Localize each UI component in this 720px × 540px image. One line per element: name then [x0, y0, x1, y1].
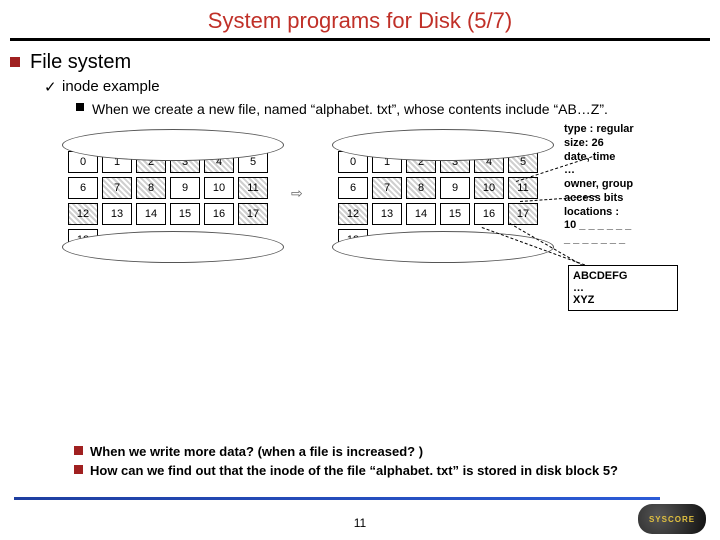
- disk-block-cell: 11: [508, 177, 538, 199]
- question-2-text: How can we find out that the inode of th…: [90, 463, 618, 478]
- disk-block-cell: 12: [338, 203, 368, 225]
- bullet-l1: File system: [30, 51, 700, 74]
- disk-block-cell: 11: [238, 177, 268, 199]
- disk-top-icon: [332, 129, 554, 161]
- disk-block-cell: 7: [372, 177, 402, 199]
- inode-line: size: 26: [564, 137, 682, 151]
- disk-block-cell: 10: [204, 177, 234, 199]
- disk-block-cell: 14: [136, 203, 166, 225]
- square-bullet-icon: [10, 57, 20, 67]
- disk-block-cell: 9: [170, 177, 200, 199]
- disk-block-cell: 13: [102, 203, 132, 225]
- disk-block-cell: 15: [170, 203, 200, 225]
- disk-block-cell: 16: [474, 203, 504, 225]
- question-1-text: When we write more data? (when a file is…: [90, 444, 423, 459]
- disk-block-cell: 13: [372, 203, 402, 225]
- page-number: 11: [0, 516, 720, 530]
- disk-block-cell: 6: [338, 177, 368, 199]
- bullet-l1-text: File system: [30, 51, 131, 73]
- inode-line: locations :: [564, 206, 682, 220]
- square-bullet-icon: [74, 465, 83, 474]
- inode-line: access bits: [564, 192, 682, 206]
- footer-rule: [14, 497, 660, 500]
- disk-block-cell: 7: [102, 177, 132, 199]
- disk-top-icon: [62, 129, 284, 161]
- logo-badge: SYSCORE: [638, 504, 706, 534]
- file-line: …: [573, 282, 673, 294]
- diagram-area: 0123456789101112131415161718.. ⇨ 0123456…: [28, 125, 700, 295]
- disk-block-cell: 10: [474, 177, 504, 199]
- disk-bottom-icon: [62, 231, 284, 263]
- square-bullet-icon: [76, 103, 84, 111]
- disk-block-cell: 8: [406, 177, 436, 199]
- disk-block-cell: 14: [406, 203, 436, 225]
- bullet-l3-text: When we create a new file, named “alphab…: [92, 101, 608, 117]
- question-2: How can we find out that the inode of th…: [90, 463, 720, 478]
- check-icon: ✓: [44, 78, 57, 96]
- question-1: When we write more data? (when a file is…: [90, 444, 720, 459]
- disk-bottom-icon: [332, 231, 554, 263]
- question-block: When we write more data? (when a file is…: [0, 440, 720, 482]
- disk-right: 0123456789101112131415161718..: [338, 151, 548, 251]
- disk-block-cell: 6: [68, 177, 98, 199]
- inode-line: owner, group: [564, 178, 682, 192]
- disk-block-cell: 8: [136, 177, 166, 199]
- bullet-l3: When we create a new file, named “alphab…: [92, 101, 700, 117]
- file-line: XYZ: [573, 294, 673, 306]
- file-content-callout: ABCDEFG … XYZ: [568, 265, 678, 311]
- disk-block-cell: 9: [440, 177, 470, 199]
- bullet-l2-text: inode example: [62, 78, 160, 95]
- disk-block-cell: 17: [238, 203, 268, 225]
- disk-block-cell: 12: [68, 203, 98, 225]
- inode-line: 10 _ _ _ _ _ _: [564, 219, 682, 233]
- disk-block-cell: 16: [204, 203, 234, 225]
- disk-left: 0123456789101112131415161718..: [68, 151, 278, 251]
- inode-line: type : regular: [564, 123, 682, 137]
- inode-line: …: [564, 164, 682, 178]
- disk-block-cell: 17: [508, 203, 538, 225]
- square-bullet-icon: [74, 446, 83, 455]
- disk-block-cell: 15: [440, 203, 470, 225]
- slide-title: System programs for Disk (5/7): [0, 0, 720, 38]
- inode-callout: type : regular size: 26 date, time … own…: [564, 123, 682, 247]
- file-line: ABCDEFG: [573, 270, 673, 282]
- inode-line: date, time: [564, 151, 682, 165]
- arrow-right-icon: ⇨: [291, 185, 303, 202]
- bullet-l2: ✓inode example: [62, 78, 700, 95]
- inode-line: _ _ _ _ _ _ _: [564, 233, 682, 247]
